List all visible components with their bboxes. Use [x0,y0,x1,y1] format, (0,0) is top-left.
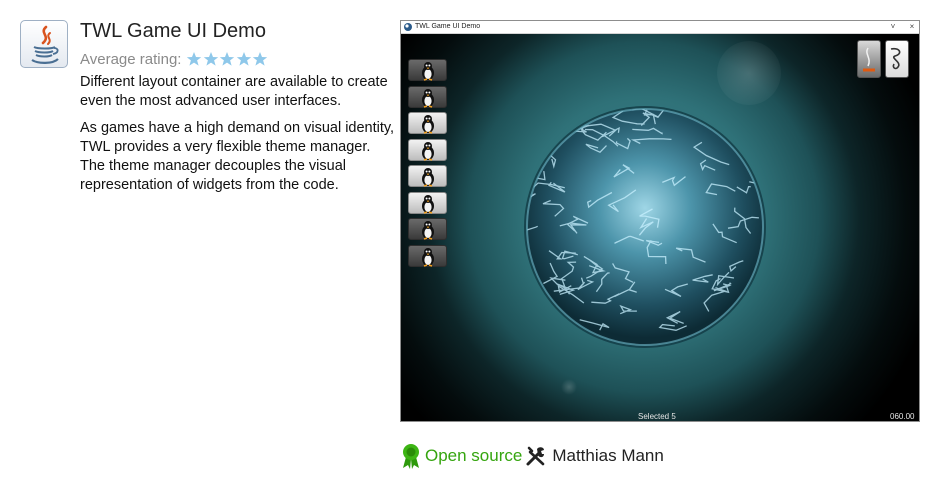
penguin-icon [422,88,434,108]
fps-counter: 060.00 [890,412,915,421]
penguin-icon [422,141,434,161]
penguin-button[interactable] [408,244,447,267]
window-title: TWL Game UI Demo [415,23,481,30]
java-icon [31,25,59,64]
energy-sphere [524,106,766,348]
penguin-button[interactable] [408,218,447,240]
penguin-icon [422,168,434,187]
star-icon [203,51,219,67]
penguin-button[interactable] [408,85,447,108]
penguin-button[interactable] [408,59,447,81]
theme-button[interactable] [857,40,881,78]
award-ribbon-icon [403,444,419,469]
scribble-icon [890,47,901,70]
penguin-button[interactable] [408,138,447,161]
description-paragraph: Different layout container are available… [80,74,388,109]
flame-icon [863,47,875,72]
star-icon [186,51,202,67]
penguin-icon [422,62,434,81]
java-app-icon [20,20,68,68]
selection-status: Selected 5 [638,412,676,421]
star-icon [252,51,268,67]
license-label[interactable]: Open source [425,446,522,466]
star-icon [236,51,252,67]
penguin-button[interactable] [408,191,447,214]
theme-button[interactable] [885,40,909,78]
screenshot-window: TWL Game UI Demo ˅ × Selected 5 060.00 [400,20,920,422]
penguin-icon [422,115,434,134]
rating-label: Average rating: [80,50,182,68]
penguin-button[interactable] [408,112,447,134]
minimize-button[interactable]: ˅ [887,21,899,33]
tools-icon [526,446,545,466]
author-name: Matthias Mann [552,446,664,465]
penguin-icon [422,247,434,267]
rating-stars [186,51,269,67]
author-info: Matthias Mann [525,445,664,467]
average-rating: Average rating: [80,49,269,69]
penguin-button[interactable] [408,165,447,187]
close-button[interactable]: × [906,21,918,33]
description-paragraph: As games have a high demand on visual id… [80,120,395,193]
game-viewport: Selected 5 060.00 [401,34,919,421]
star-icon [219,51,235,67]
window-titlebar: TWL Game UI Demo ˅ × [401,21,919,34]
penguin-icon [422,194,434,214]
license-info: Open source Matthias Mann [400,443,664,469]
window-app-icon [404,23,412,31]
penguin-icon [422,221,434,240]
app-title: TWL Game UI Demo [80,20,266,42]
